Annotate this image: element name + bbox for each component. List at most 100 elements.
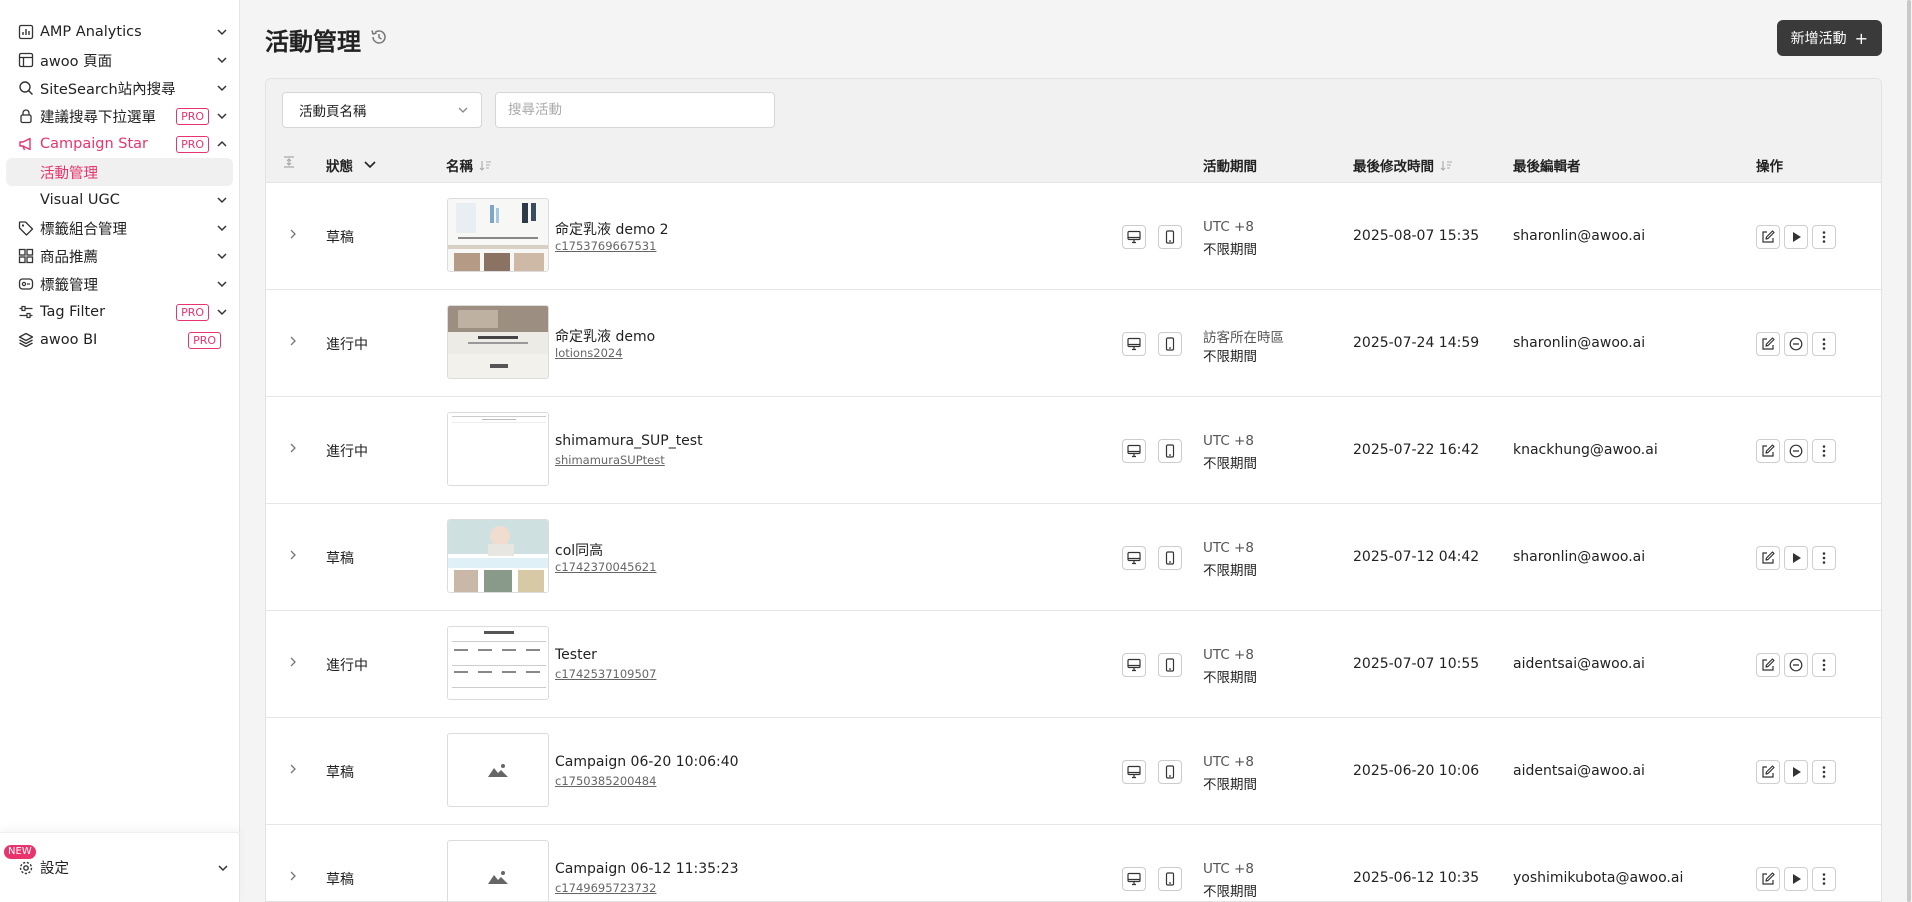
campaign-thumbnail[interactable]: [447, 412, 549, 486]
edit-icon[interactable]: [1756, 439, 1780, 463]
mobile-preview-icon[interactable]: [1158, 225, 1182, 249]
history-icon[interactable]: [369, 27, 389, 47]
timezone-text: UTC +8: [1203, 647, 1254, 663]
campaign-thumbnail[interactable]: [447, 626, 549, 700]
edit-icon[interactable]: [1756, 225, 1780, 249]
sidebar-subitem-0[interactable]: 活動管理: [6, 158, 233, 186]
desktop-preview-icon[interactable]: [1122, 546, 1146, 570]
desktop-preview-icon[interactable]: [1122, 867, 1146, 891]
campaign-code-link[interactable]: c1742370045621: [555, 560, 656, 574]
editor-email: aidentsai@awoo.ai: [1513, 656, 1645, 672]
more-options-icon[interactable]: [1812, 225, 1836, 249]
chevron-down-icon: [215, 53, 229, 67]
sidebar-item-label: awoo BI: [40, 332, 98, 348]
modified-time: 2025-06-12 10:35: [1353, 870, 1480, 886]
settings-item[interactable]: NEW 設定: [0, 832, 240, 902]
mobile-preview-icon[interactable]: [1158, 760, 1182, 784]
column-status[interactable]: 狀態: [326, 155, 377, 175]
play-icon[interactable]: [1784, 867, 1808, 891]
sidebar-subitem-1[interactable]: Visual UGC: [0, 186, 239, 214]
campaign-code-link[interactable]: c1753769667531: [555, 239, 656, 253]
more-options-icon[interactable]: [1812, 546, 1836, 570]
campaign-code-link[interactable]: shimamuraSUPtest: [555, 453, 665, 467]
mobile-preview-icon[interactable]: [1158, 439, 1182, 463]
more-options-icon[interactable]: [1812, 867, 1836, 891]
sidebar-item-item-7[interactable]: 標籤管理: [0, 270, 239, 298]
expand-row-icon[interactable]: [286, 334, 300, 348]
expand-row-icon[interactable]: [286, 762, 300, 776]
expand-all-icon[interactable]: [282, 155, 296, 169]
image-placeholder-icon[interactable]: [447, 733, 549, 807]
expand-row-icon[interactable]: [286, 869, 300, 883]
page-scrollbar[interactable]: [1906, 0, 1912, 902]
period-text: 不限期間: [1203, 349, 1257, 365]
column-modified[interactable]: 最後修改時間: [1353, 155, 1453, 175]
play-icon[interactable]: [1784, 225, 1808, 249]
column-name[interactable]: 名稱: [446, 155, 492, 175]
pause-icon[interactable]: [1784, 439, 1808, 463]
sidebar-item-label: awoo 頁面: [40, 53, 113, 70]
campaign-thumbnail[interactable]: [447, 198, 549, 272]
chevron-down-icon: [215, 305, 229, 319]
more-options-icon[interactable]: [1812, 439, 1836, 463]
sidebar-item-label: Tag Filter: [40, 304, 106, 320]
sidebar-item-item-5[interactable]: 標籤組合管理: [0, 214, 239, 242]
sidebar-item-awoo-bi[interactable]: awoo BI PRO: [0, 326, 239, 354]
image-placeholder-icon[interactable]: [447, 840, 549, 901]
more-options-icon[interactable]: [1812, 653, 1836, 677]
sidebar-item-amp-analytics[interactable]: AMP Analytics: [0, 18, 239, 46]
edit-icon[interactable]: [1756, 332, 1780, 356]
campaign-thumbnail[interactable]: [447, 305, 549, 379]
desktop-preview-icon[interactable]: [1122, 653, 1146, 677]
campaign-code-link[interactable]: c1742537109507: [555, 667, 656, 681]
sidebar-item-sitesearch[interactable]: SiteSearch站內搜尋: [0, 74, 239, 102]
mobile-preview-icon[interactable]: [1158, 332, 1182, 356]
pro-badge: PRO: [176, 136, 209, 153]
pause-icon[interactable]: [1784, 653, 1808, 677]
search-input[interactable]: [495, 92, 775, 128]
tag-manage-icon: [18, 276, 34, 292]
mobile-preview-icon[interactable]: [1158, 653, 1182, 677]
edit-icon[interactable]: [1756, 867, 1780, 891]
modified-time: 2025-06-20 10:06: [1353, 763, 1480, 779]
sidebar-item-tag-filter[interactable]: Tag Filter PRO: [0, 298, 239, 326]
gear-icon: [19, 861, 33, 874]
more-options-icon[interactable]: [1812, 332, 1836, 356]
sidebar-subitem-label: Visual UGC: [40, 192, 120, 208]
add-campaign-button[interactable]: 新增活動 +: [1776, 20, 1882, 56]
settings-label: 設定: [40, 861, 69, 877]
desktop-preview-icon[interactable]: [1122, 225, 1146, 249]
expand-row-icon[interactable]: [286, 548, 300, 562]
desktop-preview-icon[interactable]: [1122, 332, 1146, 356]
sidebar-item-item-3[interactable]: 建議搜尋下拉選單 PRO: [0, 102, 239, 130]
sidebar-item-label: AMP Analytics: [40, 24, 142, 40]
sidebar-item-campaign-star[interactable]: Campaign Star PRO: [0, 130, 239, 158]
page-title: 活動管理: [265, 28, 361, 56]
play-icon[interactable]: [1784, 546, 1808, 570]
sidebar-item-item-6[interactable]: 商品推薦: [0, 242, 239, 270]
campaign-code-link[interactable]: lotions2024: [555, 346, 623, 360]
expand-row-icon[interactable]: [286, 227, 300, 241]
mobile-preview-icon[interactable]: [1158, 867, 1182, 891]
more-options-icon[interactable]: [1812, 760, 1836, 784]
filter-field-select[interactable]: 活動頁名稱: [282, 92, 482, 128]
desktop-preview-icon[interactable]: [1122, 760, 1146, 784]
edit-icon[interactable]: [1756, 653, 1780, 677]
edit-icon[interactable]: [1756, 546, 1780, 570]
play-icon[interactable]: [1784, 760, 1808, 784]
sidebar-item-awoo[interactable]: awoo 頁面: [0, 46, 239, 74]
pause-icon[interactable]: [1784, 332, 1808, 356]
expand-row-icon[interactable]: [286, 441, 300, 455]
chevron-down-icon: [215, 109, 229, 123]
mobile-preview-icon[interactable]: [1158, 546, 1182, 570]
period-text: 不限期間: [1203, 670, 1257, 686]
expand-row-icon[interactable]: [286, 655, 300, 669]
table-row: 草稿 Campaign 06-12 11:35:23 c1749695723732 U…: [266, 825, 1881, 901]
sidebar-item-label: SiteSearch站內搜尋: [40, 81, 176, 98]
campaign-thumbnail[interactable]: [447, 519, 549, 593]
campaign-code-link[interactable]: c1749695723732: [555, 881, 656, 895]
edit-icon[interactable]: [1756, 760, 1780, 784]
campaign-code-link[interactable]: c1750385200484: [555, 774, 656, 788]
timezone-text: UTC +8: [1203, 861, 1254, 877]
desktop-preview-icon[interactable]: [1122, 439, 1146, 463]
